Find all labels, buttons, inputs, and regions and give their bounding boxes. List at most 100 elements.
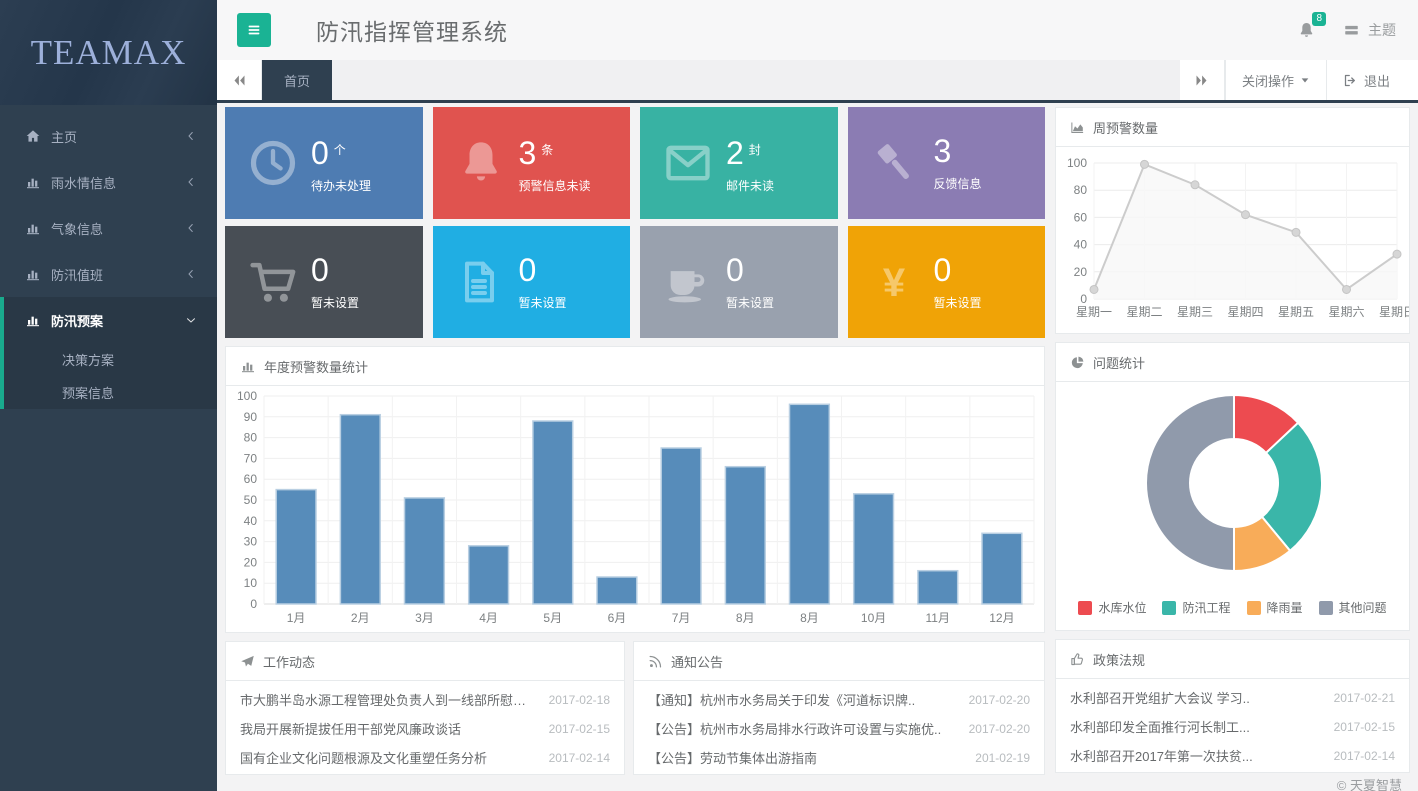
work-news-link[interactable]: 市大鹏半岛水源工程管理处负责人到一线部所慰问新春 [240, 690, 539, 709]
svg-text:60: 60 [1074, 210, 1088, 224]
copyright-text: © 天夏智慧 [1337, 775, 1402, 791]
stat-card-body: 0个待办未处理 [311, 133, 371, 194]
week-chart-title: 周预警数量 [1093, 118, 1158, 137]
topbar-actions: 8 主题 [1297, 20, 1418, 40]
legend-item-1[interactable]: 防汛工程 [1162, 599, 1230, 616]
notice-row-0: 【通知】杭州市水务局关于印发《河道标识牌..2017-02-20 [648, 685, 1030, 714]
stat-card-1[interactable]: 3条预警信息未读 [433, 107, 631, 219]
sidebar-item-1[interactable]: 雨水情信息 [0, 159, 217, 205]
svg-text:60: 60 [244, 472, 258, 486]
sidebar-subitem-4-1[interactable]: 预案信息 [4, 376, 217, 409]
stat-card-label: 暂未设置 [519, 294, 567, 311]
chevron-left-icon [185, 268, 197, 280]
sidebar-item-label: 气象信息 [51, 219, 103, 238]
notice-link[interactable]: 【公告】劳动节集体出游指南 [648, 748, 965, 767]
svg-text:星期日: 星期日 [1379, 305, 1409, 319]
stat-card-0[interactable]: 0个待办未处理 [225, 107, 423, 219]
policies-panel-header: 政策法规 [1056, 640, 1409, 679]
notice-link[interactable]: 【通知】杭州市水务局关于印发《河道标识牌.. [648, 690, 959, 709]
bar-chart-icon [25, 312, 41, 328]
logout-label: 退出 [1364, 71, 1390, 90]
svg-text:0: 0 [250, 597, 257, 611]
tab-home-label: 首页 [284, 71, 310, 90]
legend-swatch [1247, 601, 1261, 615]
year-bar-chart[interactable]: 01020304050607080901001月2月3月4月5月6月7月8月8月… [226, 386, 1044, 632]
sidebar-nav: 主页雨水情信息气象信息防汛值班防汛预案决策方案预案信息 [0, 105, 217, 409]
svg-text:20: 20 [244, 555, 258, 569]
stat-card-6[interactable]: 0暂未设置 [640, 226, 838, 338]
bar-chart-icon [240, 358, 256, 374]
policy-row-1: 水利部印发全面推行河长制工...2017-02-15 [1070, 712, 1395, 741]
legend-item-2[interactable]: 降雨量 [1247, 599, 1303, 616]
theme-button[interactable]: 主题 [1342, 20, 1396, 40]
issue-chart-panel: 问题统计 水库水位防汛工程降雨量其他问题 [1055, 342, 1410, 631]
svg-text:星期二: 星期二 [1126, 305, 1162, 319]
notices-panel: 通知公告 【通知】杭州市水务局关于印发《河道标识牌..2017-02-20 【公告… [633, 641, 1045, 775]
logout-button[interactable]: 退出 [1326, 60, 1418, 100]
main-area: 防汛指挥管理系统 8 主题 首页 关闭操作 退出 [217, 0, 1418, 791]
policy-link[interactable]: 水利部印发全面推行河长制工... [1070, 717, 1324, 736]
stat-card-unit: 封 [749, 143, 761, 157]
work-news-row-2: 国有企业文化问题根源及文化重塑任务分析 2017-02-14 [240, 743, 610, 772]
stat-card-4[interactable]: 0暂未设置 [225, 226, 423, 338]
svg-text:11月: 11月 [926, 611, 950, 625]
scroll-tabs-right-button[interactable] [1180, 60, 1225, 100]
stat-card-unit: 个 [334, 143, 346, 157]
sidebar-item-2[interactable]: 气象信息 [0, 205, 217, 251]
stat-card-label: 反馈信息 [934, 175, 982, 192]
work-news-link[interactable]: 我局开展新提拔任用干部党风廉政谈话 [240, 719, 539, 738]
legend-label: 其他问题 [1339, 599, 1387, 616]
work-news-row-1: 我局开展新提拔任用干部党风廉政谈话2017-02-15 [240, 714, 610, 743]
hamburger-icon [246, 22, 262, 38]
sidebar-section-1: 雨水情信息 [0, 159, 217, 205]
policy-date: 2017-02-14 [1334, 749, 1395, 763]
sidebar-item-3[interactable]: 防汛值班 [0, 251, 217, 297]
close-operations-button[interactable]: 关闭操作 [1225, 60, 1326, 100]
legend-label: 降雨量 [1267, 599, 1303, 616]
notifications-button[interactable]: 8 [1297, 21, 1316, 40]
policy-date: 2017-02-21 [1334, 691, 1395, 705]
notice-link[interactable]: 【公告】杭州市水务局排水行政许可设置与实施优.. [648, 719, 959, 738]
policy-row-2: 水利部召开2017年第一次扶贫... 2017-02-14 [1070, 741, 1395, 770]
svg-text:2月: 2月 [351, 611, 370, 625]
bell-icon [455, 137, 519, 189]
stat-card-value: 3条 [519, 133, 591, 170]
work-news-date: 2017-02-14 [549, 751, 610, 765]
legend-swatch [1078, 601, 1092, 615]
legend-item-3[interactable]: 其他问题 [1319, 599, 1387, 616]
week-chart-panel-header: 周预警数量 [1056, 108, 1409, 147]
svg-text:40: 40 [244, 514, 258, 528]
stat-card-label: 暂未设置 [311, 294, 359, 311]
right-column: 周预警数量 020406080100星期一星期二星期三星期四星期五星期六星期日 … [1055, 107, 1410, 775]
svg-text:40: 40 [1074, 238, 1088, 252]
work-news-title: 工作动态 [263, 652, 315, 671]
notices-title: 通知公告 [671, 652, 723, 671]
policy-link[interactable]: 水利部召开党组扩大会议 学习.. [1070, 688, 1324, 707]
sidebar-subitem-4-0[interactable]: 决策方案 [4, 343, 217, 376]
week-line-chart[interactable]: 020406080100星期一星期二星期三星期四星期五星期六星期日 [1056, 147, 1409, 333]
scroll-tabs-left-button[interactable] [217, 60, 262, 100]
caret-down-icon [1300, 75, 1310, 85]
stat-card-3[interactable]: 3反馈信息 [848, 107, 1046, 219]
stat-card-5[interactable]: 0暂未设置 [433, 226, 631, 338]
svg-text:4月: 4月 [479, 611, 498, 625]
svg-text:8月: 8月 [736, 611, 755, 625]
svg-text:90: 90 [244, 410, 258, 424]
policies-title: 政策法规 [1093, 650, 1145, 669]
svg-text:100: 100 [1067, 156, 1087, 170]
tab-strip-spacer [332, 60, 1180, 100]
stat-card-7[interactable]: ¥0暂未设置 [848, 226, 1046, 338]
svg-text:100: 100 [237, 389, 257, 403]
stat-card-body: 2封邮件未读 [726, 133, 774, 194]
envelope-icon [662, 137, 726, 189]
sidebar-toggle-button[interactable] [237, 13, 271, 47]
legend-item-0[interactable]: 水库水位 [1078, 599, 1146, 616]
sidebar-item-0[interactable]: 主页 [0, 113, 217, 159]
policy-link[interactable]: 水利部召开2017年第一次扶贫... [1070, 746, 1324, 765]
tab-home[interactable]: 首页 [262, 60, 332, 100]
work-news-link[interactable]: 国有企业文化问题根源及文化重塑任务分析 [240, 748, 539, 767]
stat-card-2[interactable]: 2封邮件未读 [640, 107, 838, 219]
issue-donut-chart[interactable] [1056, 382, 1409, 585]
sidebar-item-4[interactable]: 防汛预案 [4, 297, 217, 343]
logo: TEAMAX [0, 0, 217, 105]
